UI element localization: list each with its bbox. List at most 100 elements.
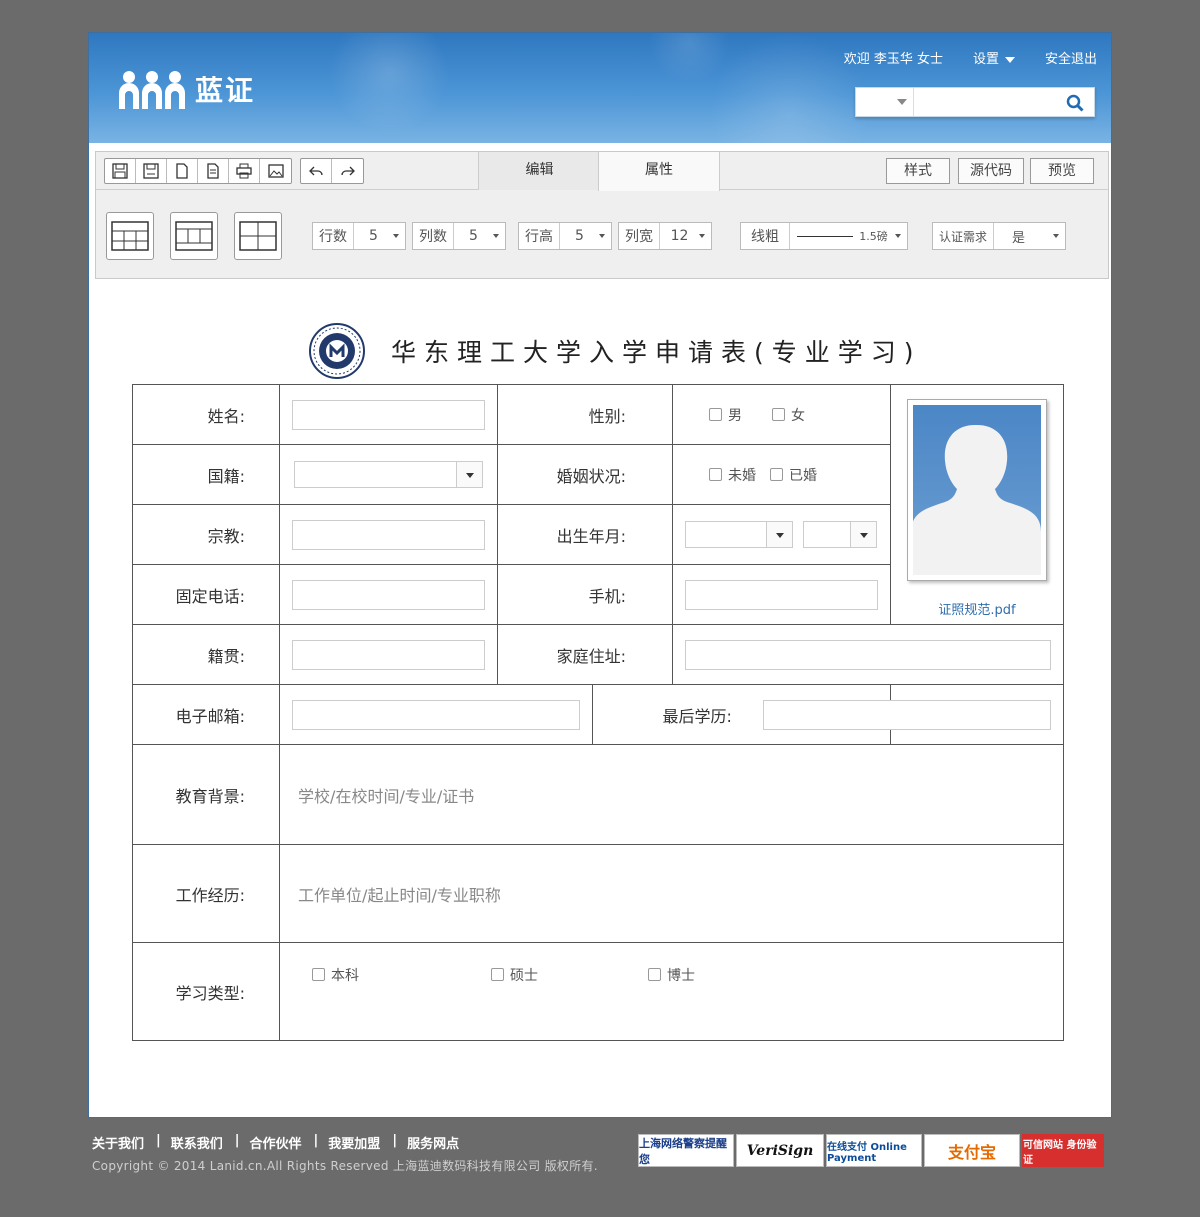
cols-value: 5	[469, 228, 478, 244]
nationality-select[interactable]	[294, 461, 484, 488]
print-icon[interactable]	[229, 159, 260, 183]
rows-selector[interactable]: 行数 5	[312, 222, 406, 250]
birth-month-select[interactable]	[802, 521, 877, 548]
user-bar: 欢迎 李玉华 女士 设置 安全退出	[844, 48, 1097, 67]
settings-label: 设置	[972, 52, 999, 67]
cols-selector[interactable]: 列数 5	[412, 222, 506, 250]
rows-value: 5	[369, 228, 378, 244]
auth-label: 认证需求	[933, 223, 995, 249]
image-icon[interactable]	[260, 159, 291, 183]
save-as-icon[interactable]	[136, 159, 167, 183]
checkbox-icon	[771, 408, 785, 421]
search-icon[interactable]	[1066, 94, 1084, 112]
mobile-field[interactable]	[684, 579, 878, 610]
table-layout-rows-icon[interactable]	[234, 212, 282, 260]
document-text-icon[interactable]	[198, 159, 229, 183]
footer-link-about[interactable]: 关于我们	[92, 1133, 154, 1152]
copyright-text: Copyright © 2014 Lanid.cn.All Rights Res…	[92, 1159, 598, 1173]
education-label: 教育背景:	[131, 744, 281, 845]
row-height-selector[interactable]: 行高 5	[518, 222, 612, 250]
footer-link-contact[interactable]: 联系我们	[171, 1133, 233, 1152]
native-place-field[interactable]	[292, 639, 486, 670]
gender-option-female[interactable]: 女	[771, 408, 805, 424]
photo-spec-pdf-link[interactable]: 证照规范.pdf	[891, 599, 1063, 618]
footer-separator: |	[156, 1133, 161, 1148]
footer-separator: |	[392, 1133, 398, 1148]
trust-badges: 上海网络警察提醒您 VeriSign 在线支付 Online Payment 支…	[638, 1134, 1104, 1167]
col-width-selector[interactable]: 列宽 12	[618, 222, 712, 250]
native-place-label: 籍贯:	[131, 624, 281, 685]
avatar-silhouette-icon	[910, 405, 1041, 575]
education-textarea[interactable]: 学校/在校时间/专业/证书	[298, 787, 474, 806]
footer-link-partners[interactable]: 合作伙伴	[250, 1133, 312, 1152]
line-weight-selector[interactable]: 线粗 1.5磅	[740, 222, 908, 250]
police-badge[interactable]: 上海网络警察提醒您	[638, 1134, 734, 1167]
birth-year-select[interactable]	[684, 521, 793, 548]
checkbox-icon	[312, 968, 326, 981]
preview-button[interactable]: 预览	[1030, 158, 1094, 184]
style-button[interactable]: 样式	[886, 158, 950, 184]
study-type-doctor[interactable]: 博士	[648, 968, 695, 984]
tab-properties[interactable]: 属性	[598, 152, 720, 191]
form-title-block: 华东理工大学入学申请表(专业学习)	[309, 323, 922, 379]
work-experience-label: 工作经历:	[131, 844, 281, 943]
checkbox-icon	[708, 408, 722, 421]
religion-field[interactable]	[292, 519, 486, 550]
new-document-icon[interactable]	[167, 159, 198, 183]
tab-edit[interactable]: 编辑	[478, 152, 600, 190]
gender-female-label: 女	[790, 408, 805, 424]
auth-value: 是	[1012, 230, 1026, 246]
birth-date-label: 出生年月:	[497, 504, 673, 565]
row-height-label: 行高	[519, 223, 560, 249]
online-payment-badge[interactable]: 在线支付 Online Payment	[826, 1134, 922, 1167]
footer-links: 关于我们 | 联系我们 | 合作伙伴 | 我要加盟 | 服务网点	[92, 1133, 598, 1152]
settings-menu[interactable]: 设置	[973, 48, 1015, 67]
birth-date-selects	[684, 521, 878, 548]
line-weight-value: 1.5磅	[859, 230, 888, 243]
religion-label: 宗教:	[131, 504, 281, 565]
home-address-field[interactable]	[684, 639, 1051, 670]
table-layout-columns-icon[interactable]	[170, 212, 218, 260]
chevron-down-icon	[849, 522, 876, 547]
dropdown-arrow-icon	[493, 234, 499, 238]
study-type-master[interactable]: 硕士	[491, 968, 538, 984]
gender-option-male[interactable]: 男	[708, 408, 742, 424]
marital-option-single[interactable]: 未婚	[708, 468, 756, 484]
marital-option-married[interactable]: 已婚	[769, 468, 817, 484]
bachelor-label: 本科	[331, 968, 360, 984]
footer-link-service[interactable]: 服务网点	[407, 1133, 469, 1152]
landline-field[interactable]	[292, 579, 486, 610]
auth-requirement-selector[interactable]: 认证需求 是	[932, 222, 1066, 250]
gender-label: 性别:	[497, 384, 673, 445]
undo-icon[interactable]	[301, 159, 332, 183]
search-input[interactable]	[918, 91, 1058, 113]
last-degree-field[interactable]	[762, 699, 1051, 730]
name-label: 姓名:	[131, 384, 281, 445]
footer-link-join[interactable]: 我要加盟	[328, 1133, 390, 1152]
row-height-value: 5	[575, 228, 584, 244]
page-title: 华东理工大学入学申请表(专业学习)	[391, 338, 922, 367]
save-icon[interactable]	[105, 159, 136, 183]
alipay-badge[interactable]: 支付宝	[924, 1134, 1020, 1167]
name-field[interactable]	[292, 399, 486, 430]
logo-text: 蓝证	[195, 74, 256, 107]
work-experience-textarea[interactable]: 工作单位/起止时间/专业职称	[298, 886, 501, 905]
study-type-bachelor[interactable]: 本科	[312, 968, 359, 984]
marital-married-label: 已婚	[788, 468, 817, 484]
search-scope-select[interactable]	[856, 88, 914, 116]
table-layout-grid-icon[interactable]	[106, 212, 154, 260]
logo[interactable]: 蓝证	[117, 69, 255, 109]
col-width-value: 12	[670, 228, 689, 244]
caret-down-icon	[1004, 56, 1015, 63]
logout-link[interactable]: 安全退出	[1045, 48, 1097, 67]
search-box	[855, 87, 1095, 117]
verisign-badge[interactable]: VeriSign	[736, 1134, 824, 1167]
toolbar-property-row: 行数 5 列数 5 行高 5 列宽 12 线粗 1.5磅 认证需求 是	[96, 192, 1108, 278]
trusted-site-badge[interactable]: 可信网站 身份验证	[1022, 1134, 1104, 1167]
email-field[interactable]	[292, 699, 581, 730]
photo-placeholder[interactable]	[906, 399, 1047, 581]
source-code-button[interactable]: 源代码	[958, 158, 1024, 184]
col-width-label: 列宽	[619, 223, 660, 249]
redo-icon[interactable]	[332, 159, 363, 183]
dropdown-arrow-icon	[393, 234, 399, 238]
